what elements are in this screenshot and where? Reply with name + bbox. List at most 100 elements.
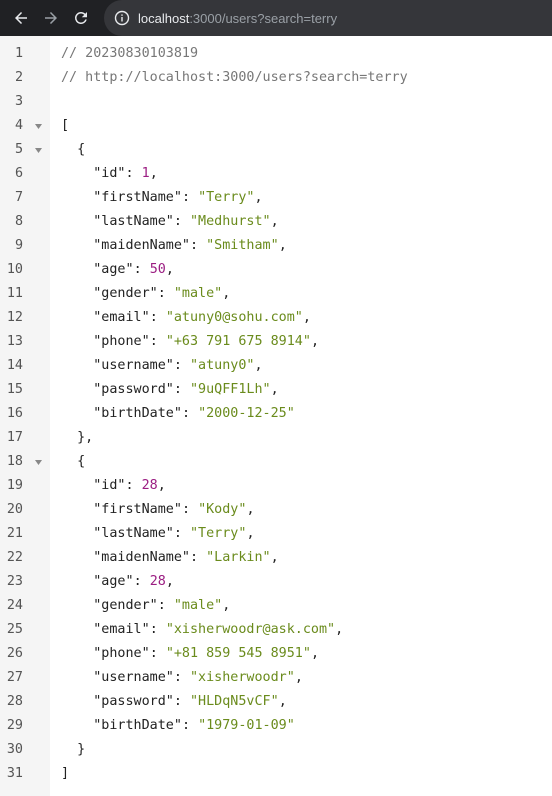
- code-line: 17 },: [0, 426, 552, 450]
- code-line: 11 "gender": "male",: [0, 282, 552, 306]
- code-line: 25 "email": "xisherwoodr@ask.com",: [0, 618, 552, 642]
- json-key: "phone": [93, 646, 150, 661]
- info-icon[interactable]: [114, 10, 130, 26]
- json-key: "gender": [93, 286, 158, 301]
- line-number: 4: [14, 118, 23, 133]
- json-property: "gender": "male",: [93, 598, 231, 613]
- line-number: 28: [6, 694, 23, 709]
- line-number: 3: [14, 94, 23, 109]
- json-bracket: [: [61, 118, 70, 133]
- json-value: "Larkin": [206, 550, 271, 565]
- line-number: 23: [6, 574, 23, 589]
- json-property: "lastName": "Medhurst",: [93, 214, 279, 229]
- code-line: 7 "firstName": "Terry",: [0, 186, 552, 210]
- reload-button[interactable]: [66, 3, 96, 33]
- back-button[interactable]: [6, 3, 36, 33]
- json-bracket: },: [61, 430, 94, 445]
- line-number: 14: [6, 358, 23, 373]
- line-number: 20: [6, 502, 23, 517]
- code-line: 14 "username": "atuny0",: [0, 354, 552, 378]
- line-number: 11: [6, 286, 23, 301]
- line-number: 25: [6, 622, 23, 637]
- json-value: "male": [173, 286, 223, 301]
- line-number: 19: [6, 478, 23, 493]
- code-line: 21 "lastName": "Terry",: [0, 522, 552, 546]
- json-value: "atuny0@sohu.com": [165, 310, 303, 325]
- json-value: "Kody": [198, 502, 247, 517]
- code-line: 16 "birthDate": "2000-12-25": [0, 402, 552, 426]
- line-number: 12: [6, 310, 23, 325]
- json-key: "age": [93, 262, 134, 277]
- line-number: 2: [14, 70, 23, 85]
- json-key: "gender": [93, 598, 158, 613]
- json-value: "Smitham": [206, 238, 279, 253]
- json-key: "maidenName": [93, 550, 190, 565]
- json-property: "id": 28,: [93, 478, 166, 493]
- json-property: "firstName": "Terry",: [93, 190, 263, 205]
- code-line: 6 "id": 1,: [0, 162, 552, 186]
- json-property: "email": "atuny0@sohu.com",: [93, 310, 311, 325]
- json-key: "email": [93, 310, 150, 325]
- line-number: 5: [14, 142, 23, 157]
- forward-button[interactable]: [36, 3, 66, 33]
- json-property: "phone": "+81 859 545 8951",: [93, 646, 319, 661]
- json-property: "password": "HLDqN5vCF",: [93, 694, 287, 709]
- json-key: "firstName": [93, 190, 182, 205]
- json-value: 50: [149, 262, 166, 277]
- line-number: 24: [6, 598, 23, 613]
- json-key: "birthDate": [93, 406, 182, 421]
- code-line: 2 // http://localhost:3000/users?search=t…: [0, 66, 552, 90]
- json-value: "9uQFF1Lh": [190, 382, 271, 397]
- reload-icon: [74, 11, 87, 24]
- code-line: 28 "password": "HLDqN5vCF",: [0, 690, 552, 714]
- code-line: 29 "birthDate": "1979-01-09": [0, 714, 552, 738]
- json-key: "age": [93, 574, 134, 589]
- json-property: "age": 28,: [93, 574, 174, 589]
- json-property: "gender": "male",: [93, 286, 231, 301]
- json-key: "password": [93, 694, 174, 709]
- line-number: 1: [14, 46, 23, 61]
- code-line: 30 }: [0, 738, 552, 762]
- json-property: "age": 50,: [93, 262, 174, 277]
- code-line: 19 "id": 28,: [0, 474, 552, 498]
- line-number: 18: [6, 454, 23, 469]
- json-value: 1: [141, 166, 150, 181]
- json-key: "firstName": [93, 502, 182, 517]
- code-line: 18 {: [0, 450, 552, 474]
- json-property: "birthDate": "1979-01-09": [93, 718, 295, 733]
- fold-toggle-icon[interactable]: [34, 450, 42, 474]
- arrow-right-icon: [45, 12, 57, 24]
- json-property: "email": "xisherwoodr@ask.com",: [93, 622, 344, 637]
- line-number: 30: [6, 742, 23, 757]
- line-number: 17: [6, 430, 23, 445]
- line-number: 26: [6, 646, 23, 661]
- code-line: 5 {: [0, 138, 552, 162]
- json-value: "HLDqN5vCF": [190, 694, 279, 709]
- json-key: "birthDate": [93, 718, 182, 733]
- code-line: 22 "maidenName": "Larkin",: [0, 546, 552, 570]
- code-line: 15 "password": "9uQFF1Lh",: [0, 378, 552, 402]
- code-line: 10 "age": 50,: [0, 258, 552, 282]
- json-property: "id": 1,: [93, 166, 158, 181]
- json-bracket: }: [61, 742, 86, 757]
- json-value: "xisherwoodr@ask.com": [165, 622, 336, 637]
- fold-toggle-icon[interactable]: [34, 138, 42, 162]
- json-property: "phone": "+63 791 675 8914",: [93, 334, 319, 349]
- json-key: "password": [93, 382, 174, 397]
- line-number: 31: [6, 766, 23, 781]
- json-bracket: ]: [61, 766, 70, 781]
- json-value: "Terry": [190, 526, 247, 541]
- json-key: "lastName": [93, 214, 174, 229]
- json-property: "maidenName": "Larkin",: [93, 550, 279, 565]
- line-number: 15: [6, 382, 23, 397]
- address-bar[interactable]: localhost:3000/users?search=terry: [104, 0, 552, 36]
- code-line: 4[: [0, 114, 552, 138]
- json-value: "male": [173, 598, 223, 613]
- code-line: 13 "phone": "+63 791 675 8914",: [0, 330, 552, 354]
- fold-toggle-icon[interactable]: [34, 114, 42, 138]
- json-key: "username": [93, 358, 174, 373]
- line-number: 7: [14, 190, 23, 205]
- json-value: "2000-12-25": [198, 406, 295, 421]
- line-number: 13: [6, 334, 23, 349]
- json-value: 28: [149, 574, 166, 589]
